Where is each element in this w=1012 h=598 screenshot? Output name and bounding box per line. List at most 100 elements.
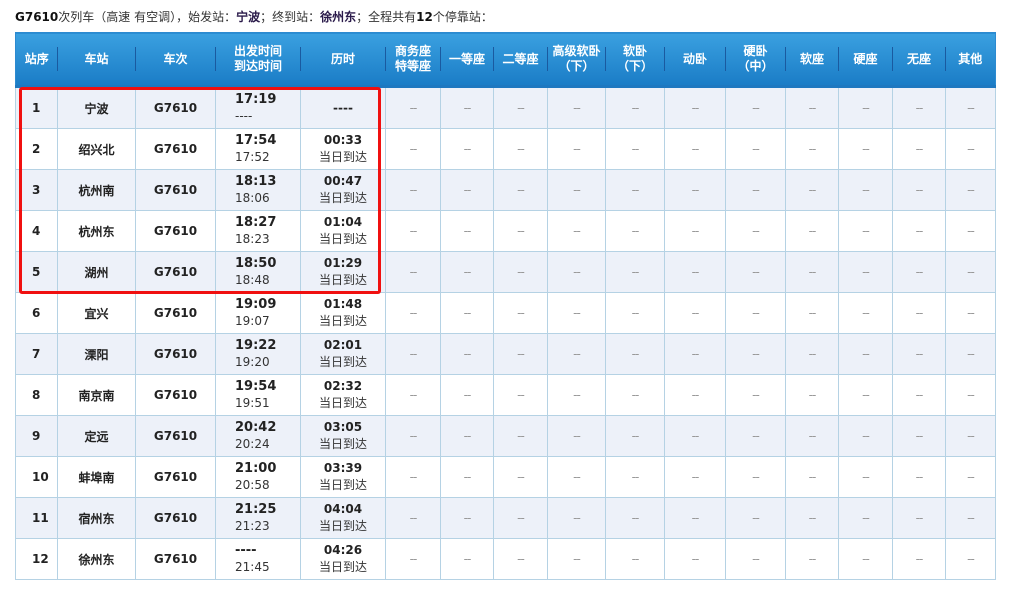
duration: 00:47: [323, 174, 363, 188]
seat-second: --: [493, 86, 548, 129]
header-hard-seat: 硬座: [838, 32, 893, 88]
seat-soft-seat: --: [785, 169, 839, 211]
duration: 03:05: [323, 420, 363, 434]
seat-hard-seat: --: [838, 128, 893, 170]
seat-other: --: [945, 374, 996, 416]
seat-hard-sleeper: --: [725, 497, 786, 539]
header-label: 车次: [163, 51, 188, 66]
stop-train-number: G7610: [135, 128, 216, 170]
stop-train-number: G7610: [135, 374, 216, 416]
seat-second: --: [493, 169, 548, 211]
arrival-day: 当日到达: [318, 519, 367, 533]
seat-no-seat: --: [892, 497, 946, 539]
seat-first: --: [440, 210, 494, 252]
header-label: 到达时间: [233, 59, 282, 73]
seat-soft-seat: --: [785, 128, 839, 170]
seat-hard-seat: --: [838, 333, 893, 375]
stop-schedule-table: 站序 车站 车次 出发时间 到达时间 历时 商务座 特等座 一等座 二等座 高级软卧 （下） 软卧 （下）…: [15, 32, 996, 580]
table-row: 10 蚌埠南 G7610 21:00 20:58 03:39 当日到达 -- -- -- -- -- -…: [15, 456, 996, 498]
duration: 04:04: [323, 502, 363, 516]
seat-hard-sleeper: --: [725, 333, 786, 375]
arrive-time: 17:52: [235, 150, 270, 164]
seat-first: --: [440, 538, 494, 580]
duration: 04:26: [323, 543, 363, 557]
seat-emu-sleeper: --: [664, 169, 726, 211]
table-row: 5 湖州 G7610 18:50 18:48 01:29 当日到达 -- -- -- -- -- -- -…: [15, 251, 996, 293]
seat-hard-seat: --: [838, 456, 893, 498]
seat-hard-sleeper: --: [725, 292, 786, 334]
depart-time: 19:09: [235, 297, 277, 312]
stop-seq: 6: [15, 292, 58, 334]
seat-deluxe-soft-sleeper: --: [547, 86, 606, 129]
seat-soft-sleeper: --: [605, 128, 665, 170]
seat-second: --: [493, 333, 548, 375]
stop-train-number: G7610: [135, 538, 216, 580]
seat-emu-sleeper: --: [664, 86, 726, 129]
stop-train-number: G7610: [135, 292, 216, 334]
arrive-time: 20:58: [235, 478, 270, 492]
seat-no-seat: --: [892, 292, 946, 334]
stop-train-number: G7610: [135, 86, 216, 129]
seat-business: --: [385, 374, 441, 416]
stop-train-number: G7610: [135, 169, 216, 211]
seat-second: --: [493, 415, 548, 457]
seat-other: --: [945, 415, 996, 457]
summary-train-number: G7610: [15, 10, 59, 24]
seat-hard-sleeper: --: [725, 251, 786, 293]
seat-first: --: [440, 333, 494, 375]
seat-soft-sleeper: --: [605, 415, 665, 457]
arrival-day: 当日到达: [318, 437, 367, 451]
seat-emu-sleeper: --: [664, 210, 726, 252]
stop-station: 宿州东: [57, 497, 136, 539]
header-label: 商务座: [394, 44, 431, 58]
header-depart-arrive: 出发时间 到达时间: [215, 32, 301, 88]
stop-train-number: G7610: [135, 456, 216, 498]
seat-hard-sleeper: --: [725, 86, 786, 129]
seat-second: --: [493, 210, 548, 252]
stop-duration: 03:05 当日到达: [300, 415, 386, 457]
seat-first: --: [440, 374, 494, 416]
seat-hard-seat: --: [838, 497, 893, 539]
seat-hard-sleeper: --: [725, 538, 786, 580]
seat-emu-sleeper: --: [664, 415, 726, 457]
stop-seq: 7: [15, 333, 58, 375]
seat-soft-seat: --: [785, 538, 839, 580]
header-first-class: 一等座: [440, 32, 494, 88]
depart-time: 19:22: [235, 338, 277, 353]
arrive-time: 18:23: [235, 232, 270, 246]
header-label: （下）: [558, 59, 595, 73]
stop-station: 宁波: [57, 86, 136, 129]
duration: 01:29: [323, 256, 363, 270]
seat-emu-sleeper: --: [664, 538, 726, 580]
depart-time: ----: [235, 543, 257, 558]
header-label: 软卧: [622, 44, 647, 58]
header-seq: 站序: [15, 32, 58, 88]
stop-times: 17:54 17:52: [215, 128, 301, 170]
duration: 01:48: [323, 297, 363, 311]
seat-deluxe-soft-sleeper: --: [547, 210, 606, 252]
depart-time: 18:27: [235, 215, 277, 230]
seat-soft-sleeper: --: [605, 169, 665, 211]
seat-no-seat: --: [892, 456, 946, 498]
seat-no-seat: --: [892, 374, 946, 416]
seat-first: --: [440, 497, 494, 539]
seat-business: --: [385, 169, 441, 211]
seat-other: --: [945, 497, 996, 539]
seat-deluxe-soft-sleeper: --: [547, 374, 606, 416]
seat-business: --: [385, 86, 441, 129]
stop-station: 溧阳: [57, 333, 136, 375]
duration: 02:32: [323, 379, 363, 393]
stop-duration: 01:29 当日到达: [300, 251, 386, 293]
seat-deluxe-soft-sleeper: --: [547, 169, 606, 211]
seat-first: --: [440, 415, 494, 457]
seat-soft-seat: --: [785, 456, 839, 498]
seat-business: --: [385, 210, 441, 252]
header-label: 硬座: [853, 51, 878, 66]
seat-deluxe-soft-sleeper: --: [547, 538, 606, 580]
depart-time: 18:50: [235, 256, 277, 271]
seat-deluxe-soft-sleeper: --: [547, 333, 606, 375]
stop-duration: 01:04 当日到达: [300, 210, 386, 252]
seat-business: --: [385, 538, 441, 580]
table-row: 8 南京南 G7610 19:54 19:51 02:32 当日到达 -- -- -- -- -- --…: [15, 374, 996, 416]
arrive-time: 21:45: [235, 560, 270, 574]
